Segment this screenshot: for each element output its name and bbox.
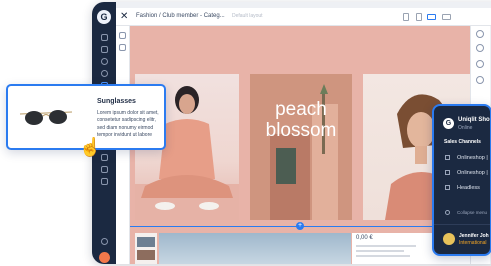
editor-topbar: ✕ Fashion / Club member - Categ... Defau…	[116, 8, 491, 26]
orders-icon[interactable]	[101, 58, 108, 65]
marketing-screenshot: G ✕ Fashion / Club member - Categ... Def…	[0, 0, 491, 266]
dashboard-icon[interactable]	[101, 34, 108, 41]
desktop-icon[interactable]	[427, 14, 436, 20]
collapse-menu-button[interactable]: Collapse menu	[445, 210, 487, 215]
text-placeholder	[356, 245, 416, 247]
sales-channel-label: Onlineshop |	[457, 155, 488, 161]
sales-channel-icon[interactable]	[101, 154, 108, 161]
sales-channels-heading: Sales Channels	[444, 139, 481, 145]
user-avatar[interactable]	[99, 252, 110, 263]
add-block-icon[interactable]	[119, 32, 126, 39]
sales-channel-item[interactable]: Onlineshop |	[445, 170, 488, 176]
sales-channel-label: Onlineshop |	[457, 170, 488, 176]
settings-icon[interactable]	[101, 238, 108, 245]
collapse-icon	[445, 210, 450, 215]
widescreen-icon[interactable]	[442, 14, 451, 20]
sales-channel-icon[interactable]	[101, 166, 108, 173]
user-role: International	[459, 240, 487, 246]
edit-icon[interactable]	[119, 44, 126, 51]
shop-logo-icon: G	[443, 118, 454, 129]
headline-text[interactable]: peach blossom	[250, 99, 352, 141]
sales-channel-label: Headless	[457, 185, 480, 191]
settings-icon[interactable]	[476, 30, 484, 38]
product-price: 0,00 €	[356, 235, 373, 241]
navigator-icon[interactable]	[476, 60, 484, 68]
add-section-button[interactable]: +	[296, 222, 304, 230]
user-profile[interactable]: Jennifer Joh International	[434, 224, 490, 254]
sky-image[interactable]	[159, 233, 351, 264]
user-name: Jennifer Joh	[459, 233, 489, 239]
user-avatar	[443, 233, 455, 245]
thumbnail-image[interactable]	[137, 237, 155, 247]
customers-icon[interactable]	[101, 70, 108, 77]
layout-subtitle: Default layout	[232, 13, 263, 19]
sales-channel-item[interactable]: Onlineshop |	[445, 155, 488, 161]
tablet-icon[interactable]	[403, 13, 409, 21]
headless-icon	[445, 185, 450, 190]
sales-channel-item[interactable]: Headless	[445, 185, 480, 191]
text-placeholder	[356, 255, 410, 257]
sales-channel-icon[interactable]	[101, 178, 108, 185]
shop-status: Online	[458, 125, 473, 131]
sunglasses-image	[19, 110, 73, 125]
building-image[interactable]	[250, 74, 352, 220]
shop-name[interactable]: Uniqlit Sho	[458, 117, 490, 123]
close-icon[interactable]: ✕	[120, 11, 128, 22]
collapse-label: Collapse menu	[457, 210, 488, 215]
breadcrumb: Fashion / Club member - Categ...	[136, 13, 225, 19]
sales-channel-panel: G Uniqlit Sho Online Sales Channels Onli…	[432, 104, 491, 256]
building-illustration	[250, 74, 352, 220]
storefront-icon	[445, 170, 450, 175]
shopware-logo-icon[interactable]: G	[97, 10, 111, 24]
product-description: Lorem ipsum dolor sit amet, consetetur s…	[97, 110, 159, 139]
blocks-icon[interactable]	[476, 44, 484, 52]
thumbnail-image[interactable]	[137, 250, 155, 260]
layers-icon[interactable]	[476, 76, 484, 84]
hand-cursor-icon: ☝	[79, 137, 102, 157]
storefront-icon	[445, 155, 450, 160]
text-placeholder	[356, 250, 404, 252]
mobile-icon[interactable]	[416, 13, 422, 21]
layout-canvas[interactable]: peach blossom + 0,00 €	[130, 26, 470, 264]
thumbnail-strip[interactable]	[135, 233, 157, 264]
product-title: Sunglasses	[97, 98, 136, 105]
catalog-icon[interactable]	[101, 46, 108, 53]
